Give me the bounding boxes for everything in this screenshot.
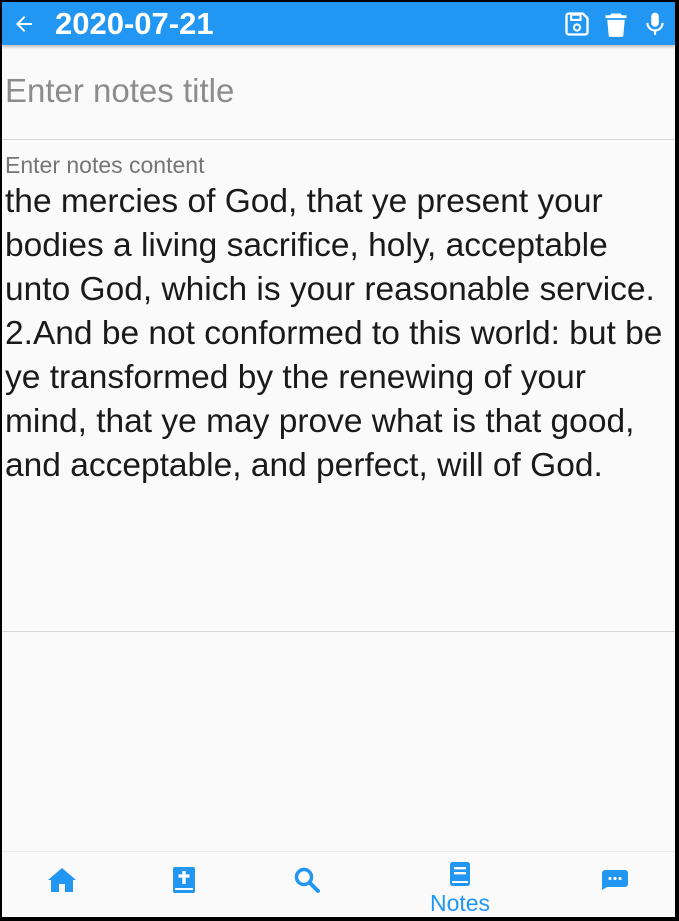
- mic-icon[interactable]: [639, 8, 671, 40]
- nav-search[interactable]: [267, 852, 347, 917]
- message-icon: [601, 866, 629, 894]
- arrow-back-icon[interactable]: [10, 10, 38, 38]
- delete-icon[interactable]: [600, 8, 632, 40]
- notes-editor-screen: 2020-07-21 Enter notes content: [2, 2, 675, 917]
- nav-notes[interactable]: Notes: [420, 852, 500, 917]
- app-bar-title: 2020-07-21: [55, 6, 214, 41]
- nav-notes-label: Notes: [429, 890, 491, 916]
- save-icon[interactable]: [561, 8, 593, 40]
- search-icon: [293, 866, 321, 894]
- notes-title-input[interactable]: [5, 71, 665, 111]
- app-bar: 2020-07-21: [2, 2, 675, 45]
- nav-bible[interactable]: [144, 852, 224, 917]
- notes-content-text[interactable]: the mercies of God, that ye present your…: [5, 180, 671, 488]
- nav-messages[interactable]: [575, 852, 655, 917]
- bible-icon: [172, 866, 196, 894]
- home-icon: [47, 866, 77, 894]
- notes-content-label: Enter notes content: [5, 152, 205, 178]
- notes-content-field[interactable]: Enter notes content the mercies of God, …: [2, 140, 675, 632]
- nav-home[interactable]: [22, 852, 102, 917]
- notes-title-field: [2, 45, 675, 140]
- notes-icon: [449, 860, 471, 888]
- bottom-navigation: Notes: [2, 851, 675, 917]
